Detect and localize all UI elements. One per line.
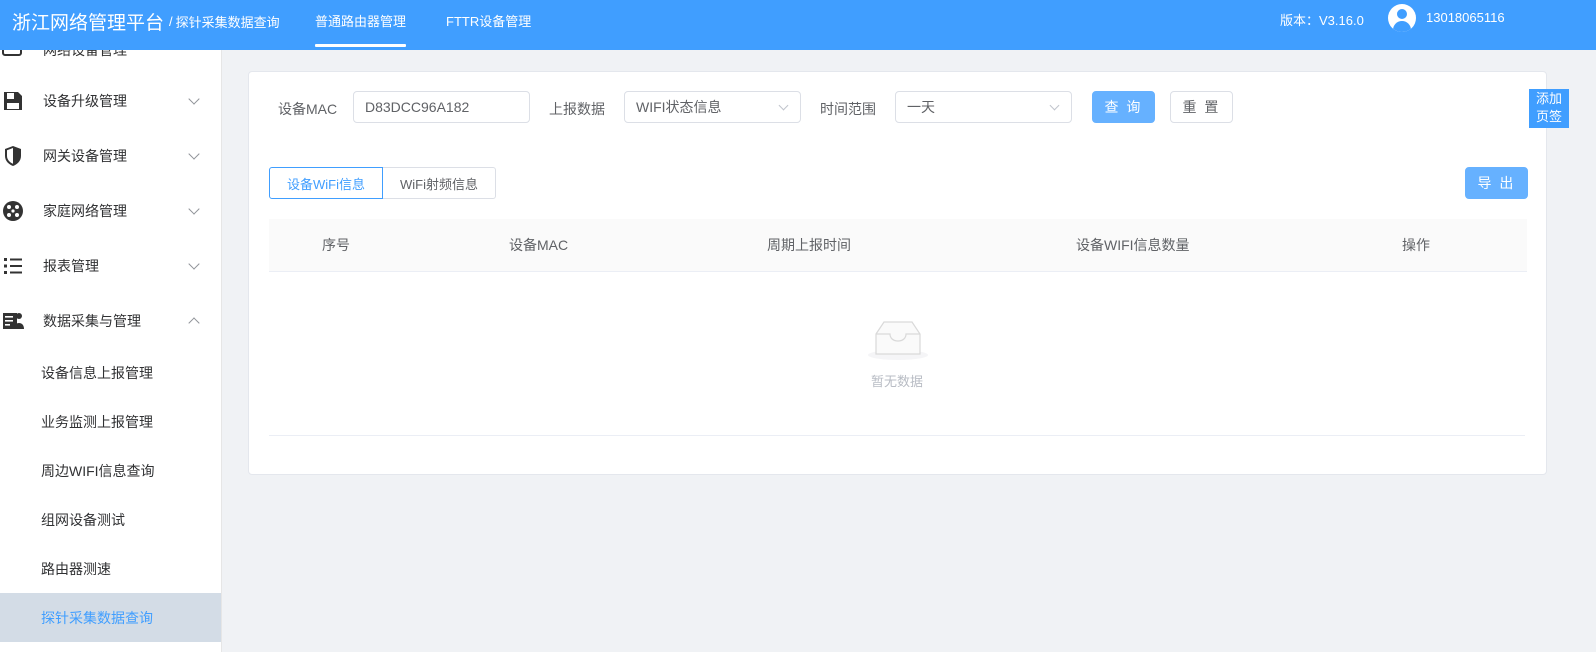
data-collect-icon <box>2 310 24 332</box>
submenu-label: 组网设备测试 <box>41 511 125 528</box>
sidebar-item-device-upgrade[interactable]: 设备升级管理 <box>0 73 221 128</box>
sidebar-item-reports[interactable]: 报表管理 <box>0 238 221 293</box>
user-avatar-icon[interactable] <box>1388 4 1416 32</box>
chevron-down-icon <box>188 202 200 215</box>
chevron-down-icon <box>1049 100 1060 111</box>
nav-normal-router[interactable]: 普通路由器管理 <box>315 0 407 50</box>
time-range-label: 时间范围 <box>820 101 876 117</box>
breadcrumb-separator: / <box>169 13 173 29</box>
nav-fttr-device[interactable]: FTTR设备管理 <box>446 0 531 50</box>
chevron-up-icon <box>188 316 200 329</box>
mac-input-value: D83DCC96A182 <box>365 99 470 115</box>
submenu-service-monitor-report[interactable]: 业务监测上报管理 <box>0 397 221 446</box>
table-body: 暂无数据 <box>269 272 1525 436</box>
shield-icon <box>2 145 24 167</box>
report-data-label: 上报数据 <box>549 101 605 117</box>
nav-label: FTTR设备管理 <box>446 14 532 29</box>
submenu-label: 设备信息上报管理 <box>41 364 153 381</box>
tab-device-wifi-info[interactable]: 设备WiFi信息 <box>269 167 383 199</box>
submenu-label: 周边WIFI信息查询 <box>41 462 155 479</box>
floppy-icon <box>2 90 24 112</box>
sidebar-item-label: 家庭网络管理 <box>43 202 127 219</box>
submenu-label: 路由器测速 <box>41 560 111 577</box>
submenu-router-speed-test[interactable]: 路由器测速 <box>0 544 221 593</box>
add-tab-button[interactable]: 添加 页签 <box>1529 89 1569 128</box>
time-range-select[interactable]: 一天 <box>895 91 1072 123</box>
sidebar-item-gateway[interactable]: 网关设备管理 <box>0 128 221 183</box>
monitor-icon <box>2 50 22 56</box>
column-header-report-time: 周期上报时间 <box>767 237 851 253</box>
submenu-label: 业务监测上报管理 <box>41 413 153 430</box>
time-range-value: 一天 <box>907 99 935 115</box>
add-tab-line1: 添加 <box>1535 91 1562 106</box>
column-header-index: 序号 <box>322 237 350 253</box>
sidebar: 网络设备管理 设备升级管理 网关设备管理 家庭网络管理 报表管理 数据采集与管理 <box>0 50 222 652</box>
brand: 浙江网络管理平台 / 探针采集数据查询 <box>12 0 280 42</box>
list-icon <box>2 255 24 277</box>
username[interactable]: 13018065116 <box>1426 10 1505 25</box>
column-header-actions: 操作 <box>1402 237 1430 253</box>
sidebar-item-truncated[interactable]: 网络设备管理 <box>0 50 221 72</box>
tab-wifi-radio-info[interactable]: WiFi射频信息 <box>383 167 496 199</box>
sidebar-item-label: 网络设备管理 <box>43 50 127 58</box>
app-title: 浙江网络管理平台 <box>12 12 165 34</box>
chevron-down-icon <box>188 257 200 270</box>
chevron-down-icon <box>188 147 200 160</box>
empty-box-icon <box>868 321 928 360</box>
sidebar-item-home-network[interactable]: 家庭网络管理 <box>0 183 221 238</box>
top-nav: 普通路由器管理 FTTR设备管理 <box>315 0 571 50</box>
submenu-label: 探针采集数据查询 <box>41 609 153 626</box>
chevron-down-icon <box>778 100 789 111</box>
mac-input[interactable]: D83DCC96A182 <box>353 91 530 123</box>
main-card: 设备MAC D83DCC96A182 上报数据 WIFI状态信息 时间范围 一天… <box>248 71 1547 475</box>
chevron-down-icon <box>188 92 200 105</box>
export-button[interactable]: 导 出 <box>1465 167 1528 199</box>
report-data-select[interactable]: WIFI状态信息 <box>624 91 801 123</box>
submenu-device-info-report[interactable]: 设备信息上报管理 <box>0 348 221 397</box>
submenu-probe-data-query[interactable]: 探针采集数据查询 <box>0 593 221 642</box>
submenu-mesh-device-test[interactable]: 组网设备测试 <box>0 495 221 544</box>
table-header: 序号 设备MAC 周期上报时间 设备WIFI信息数量 操作 <box>269 219 1527 272</box>
submenu-nearby-wifi-query[interactable]: 周边WIFI信息查询 <box>0 446 221 495</box>
mac-label: 设备MAC <box>278 101 338 117</box>
sidebar-item-label: 设备升级管理 <box>43 92 127 109</box>
column-header-mac: 设备MAC <box>509 237 569 253</box>
network-icon <box>2 200 24 222</box>
query-button[interactable]: 查 询 <box>1092 91 1155 123</box>
version-text: 版本：V3.16.0 <box>1280 13 1364 28</box>
breadcrumb: 探针采集数据查询 <box>175 14 280 30</box>
sidebar-item-label: 报表管理 <box>43 257 99 274</box>
sidebar-item-data-collection[interactable]: 数据采集与管理 <box>0 293 221 348</box>
report-data-value: WIFI状态信息 <box>636 99 722 115</box>
top-header: 浙江网络管理平台 / 探针采集数据查询 普通路由器管理 FTTR设备管理 版本：… <box>0 0 1596 50</box>
sidebar-item-label: 数据采集与管理 <box>43 312 141 329</box>
empty-text: 暂无数据 <box>870 374 923 389</box>
column-header-wifi-count: 设备WIFI信息数量 <box>1076 237 1190 253</box>
reset-button[interactable]: 重 置 <box>1170 91 1233 123</box>
sidebar-item-label: 网关设备管理 <box>43 147 127 164</box>
nav-label: 普通路由器管理 <box>315 14 407 29</box>
add-tab-line2: 页签 <box>1535 109 1562 124</box>
